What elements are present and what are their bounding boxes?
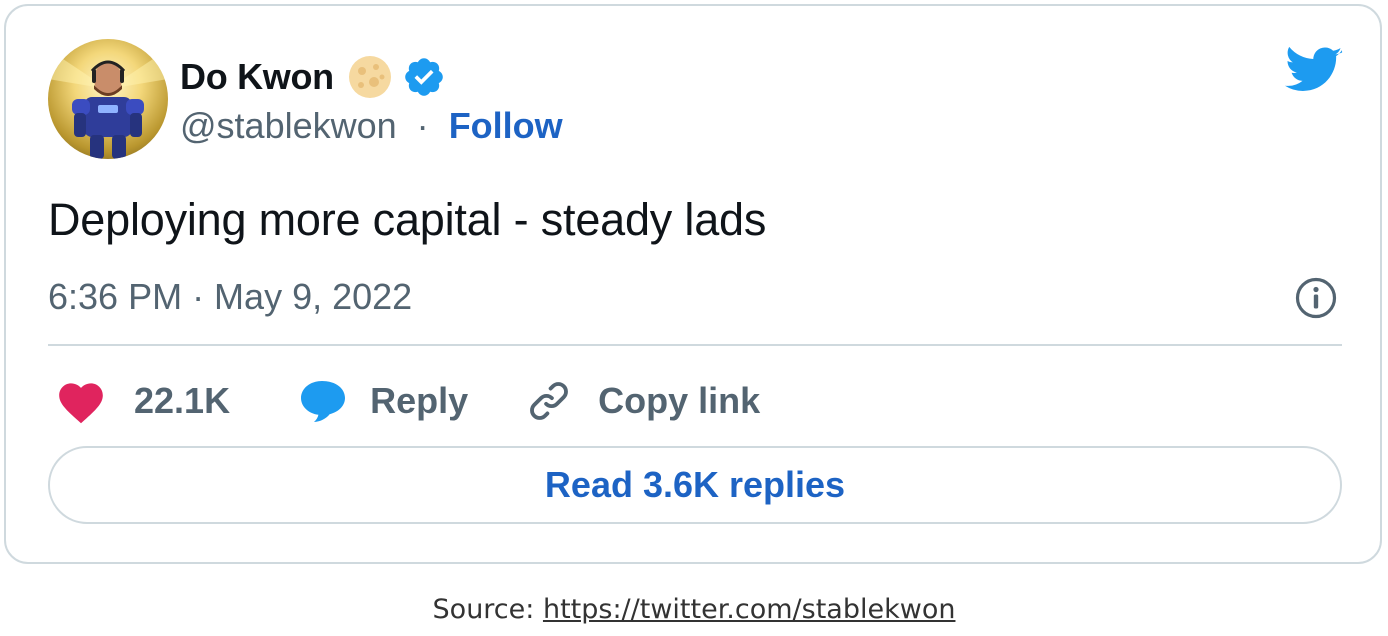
read-replies-button[interactable]: Read 3.6K replies [48,446,1342,524]
link-icon [526,378,572,424]
divider [48,344,1342,346]
like-button[interactable]: 22.1K [48,377,230,425]
verified-badge-icon [402,55,446,99]
heart-icon [54,377,108,425]
handle-row: @stablekwon · Follow [180,103,563,149]
tweet-timestamp[interactable]: 6:36 PM · May 9, 2022 [48,274,412,320]
tweet-text: Deploying more capital - steady lads [48,194,767,245]
avatar[interactable] [48,39,168,159]
like-count: 22.1K [134,380,231,421]
handle-separator: · [416,105,429,146]
reply-button[interactable]: Reply [298,378,468,424]
source-caption: Source: https://twitter.com/stablekwon [0,594,1388,625]
twitter-bird-icon[interactable] [1285,46,1343,96]
author-name[interactable]: Do Kwon [180,56,334,98]
author-handle[interactable]: @stablekwon [180,105,397,146]
copy-link-label: Copy link [598,380,761,421]
info-icon[interactable] [1294,276,1338,320]
follow-button[interactable]: Follow [449,105,563,146]
tweet-card: Do Kwon @stablekwon · Follow Deploying m… [4,4,1382,564]
source-link[interactable]: https://twitter.com/stablekwon [543,594,956,625]
author-row: Do Kwon [180,52,446,102]
action-bar: 22.1K Reply Copy link [48,374,760,428]
speech-bubble-icon [298,378,346,424]
source-prefix: Source: [432,594,543,625]
moon-emoji-icon [348,55,392,99]
copy-link-button[interactable]: Copy link [526,378,760,424]
reply-label: Reply [370,380,469,421]
